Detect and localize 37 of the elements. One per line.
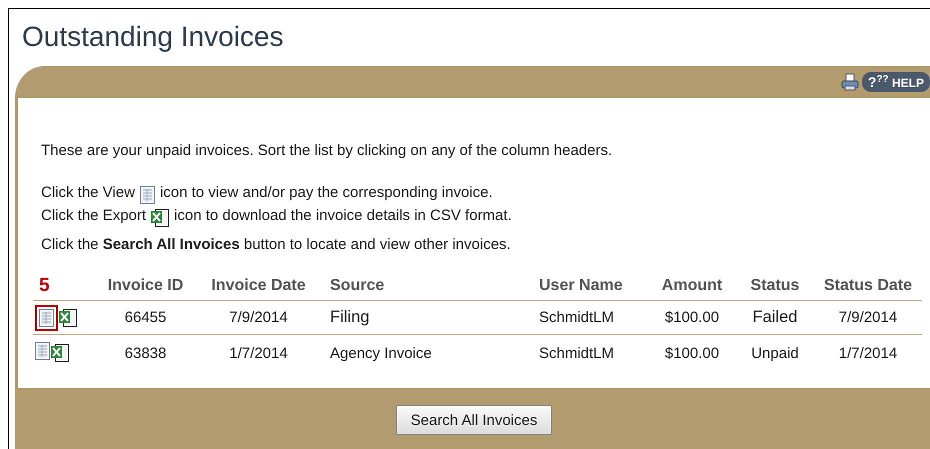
instruction-text: Click the Search All Invoices button to locate and view other invoices. xyxy=(41,236,512,253)
instruction-text: icon to view and/or pay the corresponding invoice. xyxy=(160,183,493,203)
spreadsheet-icon[interactable] xyxy=(151,209,170,227)
table-cell: 1/7/2014 xyxy=(197,334,320,371)
intro-text: These are your unpaid invoices. Sort the list by clicking on any of the column headers. xyxy=(41,142,614,159)
table-cell: Agency Invoice xyxy=(320,334,529,371)
table-cell: Failed xyxy=(736,300,814,334)
page-title: Outstanding Invoices xyxy=(22,21,284,54)
table-cell: SchmidtLM xyxy=(529,300,648,334)
table-cell: 7/9/2014 xyxy=(197,300,320,334)
column-header[interactable]: User Name xyxy=(529,275,648,300)
table-cell: 66455 xyxy=(94,300,197,334)
table-cell: 63838 xyxy=(94,334,197,371)
search-button[interactable]: Search All Invoices xyxy=(396,405,552,435)
instruction-text: Click the Export xyxy=(41,206,146,226)
document-icon[interactable] xyxy=(140,186,155,204)
table-cell: $100.00 xyxy=(648,334,736,371)
table-cell: 7/9/2014 xyxy=(814,300,922,334)
table-cell: $100.00 xyxy=(648,300,736,334)
column-header[interactable]: Invoice ID xyxy=(94,275,197,300)
column-header[interactable]: Status xyxy=(736,275,814,300)
column-header[interactable]: Amount xyxy=(648,275,736,300)
column-header[interactable]: Source xyxy=(320,275,529,300)
table-cell: Unpaid xyxy=(736,334,814,371)
document-icon[interactable] xyxy=(39,308,54,326)
column-header[interactable]: Status Date xyxy=(814,275,922,300)
instruction-text: icon to download the invoice details in CSV format. xyxy=(174,206,512,226)
spreadsheet-icon[interactable] xyxy=(59,308,77,326)
table-cell: SchmidtLM xyxy=(529,334,648,371)
callout-number: 5 xyxy=(39,275,50,297)
table-cell: Filing xyxy=(320,300,529,334)
instruction-text: Click the View xyxy=(41,183,135,203)
printer-icon[interactable] xyxy=(840,73,859,91)
table-cell: 1/7/2014 xyxy=(814,334,922,371)
help-button[interactable]: ?$^{??}$ HELP xyxy=(862,72,930,92)
column-header[interactable]: Invoice Date xyxy=(197,275,320,300)
spreadsheet-icon[interactable] xyxy=(51,344,69,362)
